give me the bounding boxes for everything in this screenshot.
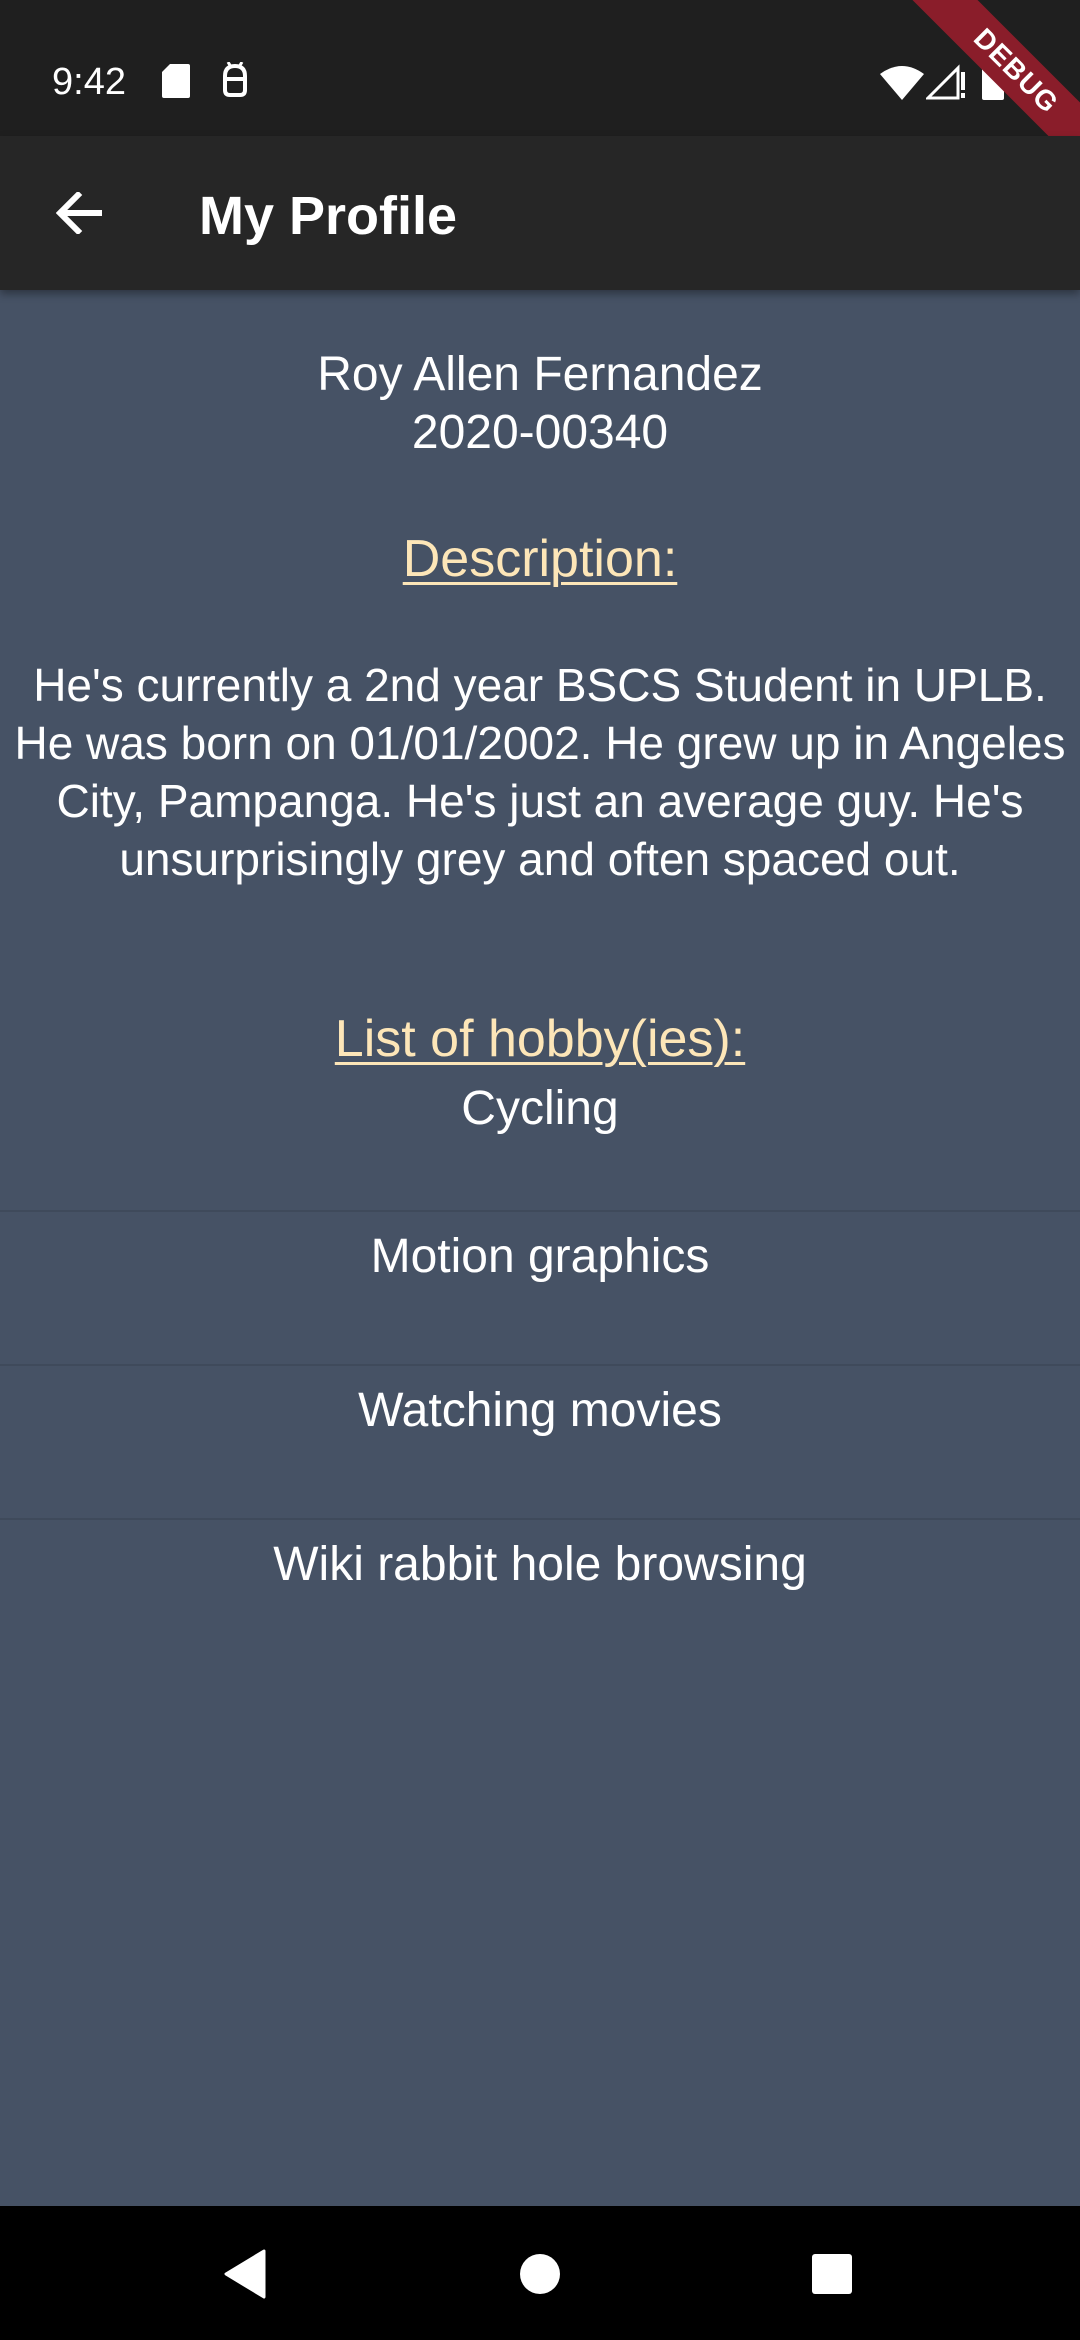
status-bar: 9:42 xyxy=(0,0,1080,136)
student-id: 2020-00340 xyxy=(411,406,669,459)
profile-name: Roy Allen Fernandez xyxy=(317,348,763,401)
profile-content: Roy Allen Fernandez 2020-00340 Descripti… xyxy=(0,290,1080,2206)
wifi-icon xyxy=(880,66,924,105)
status-time: 9:42 xyxy=(52,61,126,103)
page-title: My Profile xyxy=(199,186,458,246)
hobby-item-cycling: Cycling xyxy=(0,1080,1080,1212)
back-button[interactable] xyxy=(40,173,120,253)
hobbies-heading: List of hobby(ies): xyxy=(334,1010,746,1068)
nav-back-button[interactable] xyxy=(212,2242,276,2306)
description-text: He's currently a 2nd year BSCS Student i… xyxy=(14,659,1066,885)
nav-home-button[interactable] xyxy=(508,2242,572,2306)
back-triangle-icon xyxy=(224,2249,266,2299)
hobby-item-watching-movies: Watching movies xyxy=(0,1366,1080,1520)
arrow-back-icon xyxy=(56,192,102,234)
nav-recents-button[interactable] xyxy=(800,2242,864,2306)
sdcard-icon xyxy=(162,64,190,103)
recents-square-icon xyxy=(812,2254,852,2294)
android-icon xyxy=(220,61,250,103)
app-bar: My Profile xyxy=(0,136,1080,290)
hobby-item-motion-graphics: Motion graphics xyxy=(0,1212,1080,1366)
description-heading: Description: xyxy=(402,530,678,588)
hobby-list: Cycling Motion graphics Watching movies … xyxy=(0,1080,1080,1674)
signal-icon xyxy=(924,64,968,105)
system-nav-bar xyxy=(0,2206,1080,2340)
hobby-item-wiki-browsing: Wiki rabbit hole browsing xyxy=(273,1538,807,1591)
home-circle-icon xyxy=(520,2254,560,2294)
